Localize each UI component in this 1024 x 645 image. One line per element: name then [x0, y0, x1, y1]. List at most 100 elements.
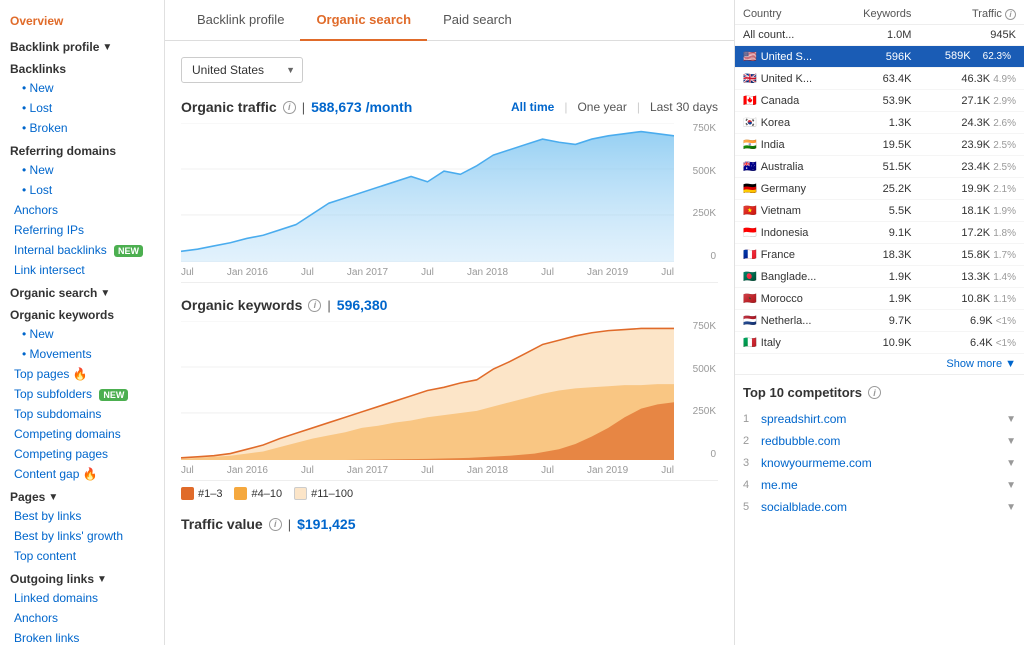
- sidebar-section-referring-domains: Referring domains: [0, 138, 164, 160]
- chevron-down-icon: ▼: [100, 288, 110, 299]
- sidebar-item-content-gap[interactable]: Content gap 🔥: [0, 464, 164, 484]
- sidebar-item-top-pages[interactable]: Top pages 🔥: [0, 364, 164, 384]
- info-icon-competitors[interactable]: i: [868, 386, 881, 399]
- col-keywords: Keywords: [842, 0, 919, 25]
- main-content: Backlink profile Organic search Paid sea…: [165, 0, 734, 645]
- legend-item-4-10[interactable]: #4–10: [234, 487, 282, 500]
- table-row-de[interactable]: 🇩🇪Germany 25.2K 19.9K 2.1%: [735, 178, 1024, 200]
- chevron-down-icon: ▼: [97, 574, 107, 585]
- sidebar-item-top-content[interactable]: Top content: [0, 546, 164, 566]
- time-filter-all[interactable]: All time: [511, 100, 554, 114]
- organic-traffic-title: Organic traffic i | 588,673 /month: [181, 99, 412, 115]
- sidebar-item-new-organic[interactable]: New: [0, 324, 164, 344]
- table-row-id[interactable]: 🇮🇩Indonesia 9.1K 17.2K 1.8%: [735, 222, 1024, 244]
- tab-organic-search[interactable]: Organic search: [300, 0, 427, 41]
- table-row-kr[interactable]: 🇰🇷Korea 1.3K 24.3K 2.6%: [735, 112, 1024, 134]
- country-filter-row: United States All countries United Kingd…: [181, 57, 718, 83]
- tab-bar: Backlink profile Organic search Paid sea…: [165, 0, 734, 41]
- table-row-bd[interactable]: 🇧🇩Banglade... 1.9K 13.3K 1.4%: [735, 266, 1024, 288]
- organic-traffic-value: 588,673 /month: [311, 99, 412, 115]
- col-country: Country: [735, 0, 842, 25]
- time-filter-30-days[interactable]: Last 30 days: [650, 100, 718, 114]
- sidebar-section-backlinks: Backlinks: [0, 56, 164, 78]
- sidebar-item-new-referring[interactable]: New: [0, 160, 164, 180]
- sidebar-item-top-subfolders[interactable]: Top subfolders NEW: [0, 384, 164, 404]
- table-row-fr[interactable]: 🇫🇷France 18.3K 15.8K 1.7%: [735, 244, 1024, 266]
- country-select[interactable]: United States All countries United Kingd…: [181, 57, 303, 83]
- table-row-it[interactable]: 🇮🇹Italy 10.9K 6.4K <1%: [735, 332, 1024, 354]
- traffic-value-amount: $191,425: [297, 516, 355, 532]
- info-icon-keywords[interactable]: i: [308, 299, 321, 312]
- competitor-item-2[interactable]: 2 redbubble.com ▼: [743, 430, 1016, 452]
- sidebar-item-broken-backlinks[interactable]: Broken: [0, 118, 164, 138]
- new-badge: NEW: [114, 245, 143, 257]
- sidebar-item-best-by-links-growth[interactable]: Best by links' growth: [0, 526, 164, 546]
- competitor-item-1[interactable]: 1 spreadshirt.com ▼: [743, 408, 1016, 430]
- competitor-item-4[interactable]: 4 me.me ▼: [743, 474, 1016, 496]
- organic-traffic-header: Organic traffic i | 588,673 /month All t…: [181, 99, 718, 115]
- info-icon-traffic-col[interactable]: i: [1005, 9, 1016, 20]
- traffic-value-title: Traffic value i | $191,425: [181, 516, 718, 532]
- competitors-title: Top 10 competitors i: [743, 385, 1016, 400]
- legend-item-1-3[interactable]: #1–3: [181, 487, 222, 500]
- table-row-us[interactable]: 🇺🇸United S... 596K 589K 62.3%: [735, 46, 1024, 68]
- tab-paid-search[interactable]: Paid search: [427, 0, 528, 41]
- sidebar-item-link-intersect[interactable]: Link intersect: [0, 260, 164, 280]
- sidebar-item-internal-backlinks[interactable]: Internal backlinks NEW: [0, 240, 164, 260]
- chevron-down-icon: ▼: [1006, 458, 1016, 469]
- traffic-chart-x-labels: Jul Jan 2016 Jul Jan 2017 Jul Jan 2018 J…: [181, 262, 674, 282]
- sidebar-overview[interactable]: Overview: [0, 8, 164, 34]
- time-filter-one-year[interactable]: One year: [577, 100, 626, 114]
- time-filters: All time | One year | Last 30 days: [511, 100, 718, 114]
- traffic-chart-y-labels: 750K 500K 250K 0: [678, 123, 718, 262]
- legend-checkbox-4-10: [234, 487, 247, 500]
- sidebar-section-organic-keywords: Organic keywords: [0, 302, 164, 324]
- organic-keywords-value: 596,380: [337, 297, 388, 313]
- competitor-item-3[interactable]: 3 knowyourmeme.com ▼: [743, 452, 1016, 474]
- legend-checkbox-11-100: [294, 487, 307, 500]
- keywords-chart: 750K 500K 250K 0: [181, 321, 718, 481]
- keywords-chart-area: [181, 321, 674, 460]
- sidebar-section-organic-search[interactable]: Organic search ▼: [0, 280, 164, 302]
- sidebar-item-lost-referring[interactable]: Lost: [0, 180, 164, 200]
- sidebar-item-anchors2[interactable]: Anchors: [0, 608, 164, 628]
- table-row-in[interactable]: 🇮🇳India 19.5K 23.9K 2.5%: [735, 134, 1024, 156]
- traffic-us: 589K 62.3%: [919, 46, 1024, 68]
- tab-backlink-profile[interactable]: Backlink profile: [181, 0, 300, 41]
- sidebar-item-competing-domains[interactable]: Competing domains: [0, 424, 164, 444]
- table-row-nl[interactable]: 🇳🇱Netherla... 9.7K 6.9K <1%: [735, 310, 1024, 332]
- col-traffic: Traffic i: [919, 0, 1024, 25]
- traffic-chart-area: [181, 123, 674, 262]
- chevron-down-icon: ▼: [1006, 436, 1016, 447]
- country-select-wrapper: United States All countries United Kingd…: [181, 57, 303, 83]
- sidebar-section-outgoing-links[interactable]: Outgoing links ▼: [0, 566, 164, 588]
- legend-item-11-100[interactable]: #11–100: [294, 487, 353, 500]
- info-icon-traffic-value[interactable]: i: [269, 518, 282, 531]
- sidebar-item-best-by-links[interactable]: Best by links: [0, 506, 164, 526]
- sidebar-item-competing-pages[interactable]: Competing pages: [0, 444, 164, 464]
- sidebar-item-linked-domains[interactable]: Linked domains: [0, 588, 164, 608]
- sidebar-item-broken-links[interactable]: Broken links: [0, 628, 164, 645]
- table-row-ca[interactable]: 🇨🇦Canada 53.9K 27.1K 2.9%: [735, 90, 1024, 112]
- sidebar-item-new-backlinks[interactable]: New: [0, 78, 164, 98]
- sidebar-item-lost-backlinks[interactable]: Lost: [0, 98, 164, 118]
- sidebar-item-referring-ips[interactable]: Referring IPs: [0, 220, 164, 240]
- traffic-all: 945K: [919, 25, 1024, 46]
- sidebar-section-pages[interactable]: Pages ▼: [0, 484, 164, 506]
- chevron-down-icon: ▼: [1006, 414, 1016, 425]
- table-row-ma[interactable]: 🇲🇦Morocco 1.9K 10.8K 1.1%: [735, 288, 1024, 310]
- legend-checkbox-1-3: [181, 487, 194, 500]
- table-row-vn[interactable]: 🇻🇳Vietnam 5.5K 18.1K 1.9%: [735, 200, 1024, 222]
- keywords-all: 1.0M: [842, 25, 919, 46]
- table-row-all[interactable]: All count... 1.0M 945K: [735, 25, 1024, 46]
- sidebar-item-anchors[interactable]: Anchors: [0, 200, 164, 220]
- competitor-item-5[interactable]: 5 socialblade.com ▼: [743, 496, 1016, 518]
- table-row-uk[interactable]: 🇬🇧United K... 63.4K 46.3K 4.9%: [735, 68, 1024, 90]
- show-more-button[interactable]: Show more ▼: [735, 354, 1024, 374]
- sidebar-item-movements[interactable]: Movements: [0, 344, 164, 364]
- sidebar-section-backlink-profile[interactable]: Backlink profile ▼: [0, 34, 164, 56]
- info-icon[interactable]: i: [283, 101, 296, 114]
- table-row-au[interactable]: 🇦🇺Australia 51.5K 23.4K 2.5%: [735, 156, 1024, 178]
- sidebar-item-top-subdomains[interactable]: Top subdomains: [0, 404, 164, 424]
- new-badge: NEW: [99, 389, 128, 401]
